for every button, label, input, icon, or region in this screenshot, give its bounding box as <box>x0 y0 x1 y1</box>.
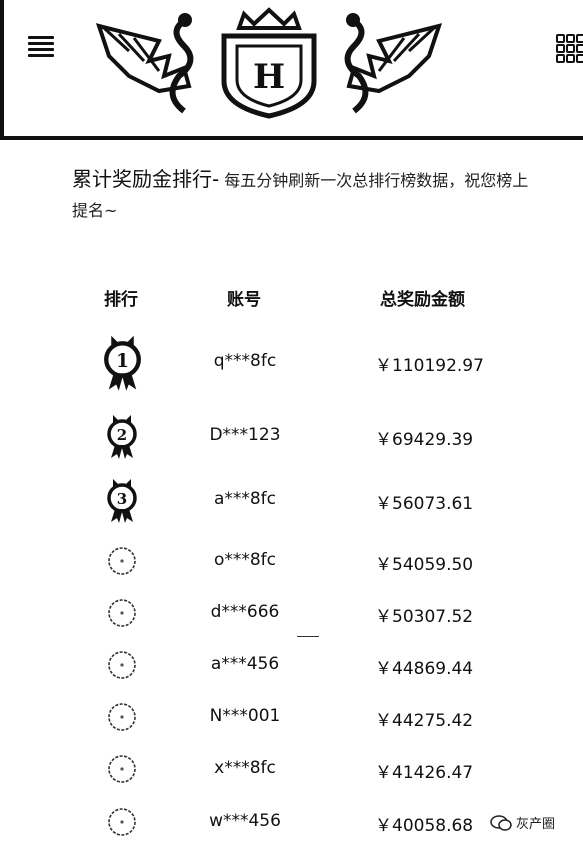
table-row: 1 q***8fc ￥110192.97 <box>0 335 583 391</box>
table-row: a***456 ￥44869.44 <box>0 640 583 690</box>
table-row: o***8fc ￥54059.50 <box>0 536 583 586</box>
account-cell: w***456 <box>209 811 281 831</box>
wechat-icon <box>490 814 512 831</box>
account-cell: o***8fc <box>213 550 277 570</box>
svg-text:H: H <box>253 57 285 97</box>
account-cell: a***8fc <box>213 489 277 509</box>
dragon-crest-logo[interactable]: H <box>89 6 449 126</box>
amount-cell: ￥69429.39 <box>375 430 474 450</box>
watermark: 灰产圈 <box>490 813 555 832</box>
amount-cell: ￥56073.61 <box>375 494 474 514</box>
header-rank: 排行 <box>104 290 138 310</box>
table-row: 3 a***8fc ￥56073.61 <box>0 475 583 525</box>
header-amount: 总奖励金额 <box>380 290 465 310</box>
table-row: d***666 ￥50307.52 <box>0 588 583 638</box>
svg-text:2: 2 <box>117 426 127 444</box>
account-cell: x***8fc <box>214 758 276 778</box>
rank-circle-icon <box>96 787 148 857</box>
account-cell: a***456 <box>210 654 280 674</box>
divider <box>297 636 319 637</box>
svg-text:1: 1 <box>115 350 128 372</box>
leaderboard-intro: 累计奖励金排行- 每五分钟刷新一次总排行榜数据，祝您榜上提名~ <box>72 164 542 226</box>
table-row: x***8fc ￥41426.47 <box>0 744 583 794</box>
amount-cell: ￥110192.97 <box>375 356 484 376</box>
amount-cell: ￥44275.42 <box>375 711 474 731</box>
table-row: 2 D***123 ￥69429.39 <box>0 411 583 461</box>
watermark-text: 灰产圈 <box>516 817 556 832</box>
table-row: N***001 ￥44275.42 <box>0 692 583 742</box>
hamburger-menu-icon[interactable] <box>26 32 56 62</box>
amount-cell: ￥44869.44 <box>375 659 474 679</box>
medal-3-icon: 3 <box>96 465 148 535</box>
account-cell: d***666 <box>210 602 280 622</box>
leaderboard-title: 累计奖励金排行- <box>72 167 220 191</box>
medal-1-icon: 1 <box>96 327 148 397</box>
amount-cell: ￥41426.47 <box>375 763 474 783</box>
account-cell: D***123 <box>209 425 281 445</box>
amount-cell: ￥54059.50 <box>375 555 474 575</box>
grid-icon[interactable] <box>556 34 583 64</box>
amount-cell: ￥40058.68 <box>375 816 474 836</box>
header-account: 账号 <box>227 290 261 310</box>
account-cell: N***001 <box>209 706 281 726</box>
account-cell: q***8fc <box>213 351 277 371</box>
medal-2-icon: 2 <box>96 401 148 471</box>
amount-cell: ￥50307.52 <box>375 607 474 627</box>
app-header: H <box>0 0 583 140</box>
svg-text:3: 3 <box>117 490 127 508</box>
